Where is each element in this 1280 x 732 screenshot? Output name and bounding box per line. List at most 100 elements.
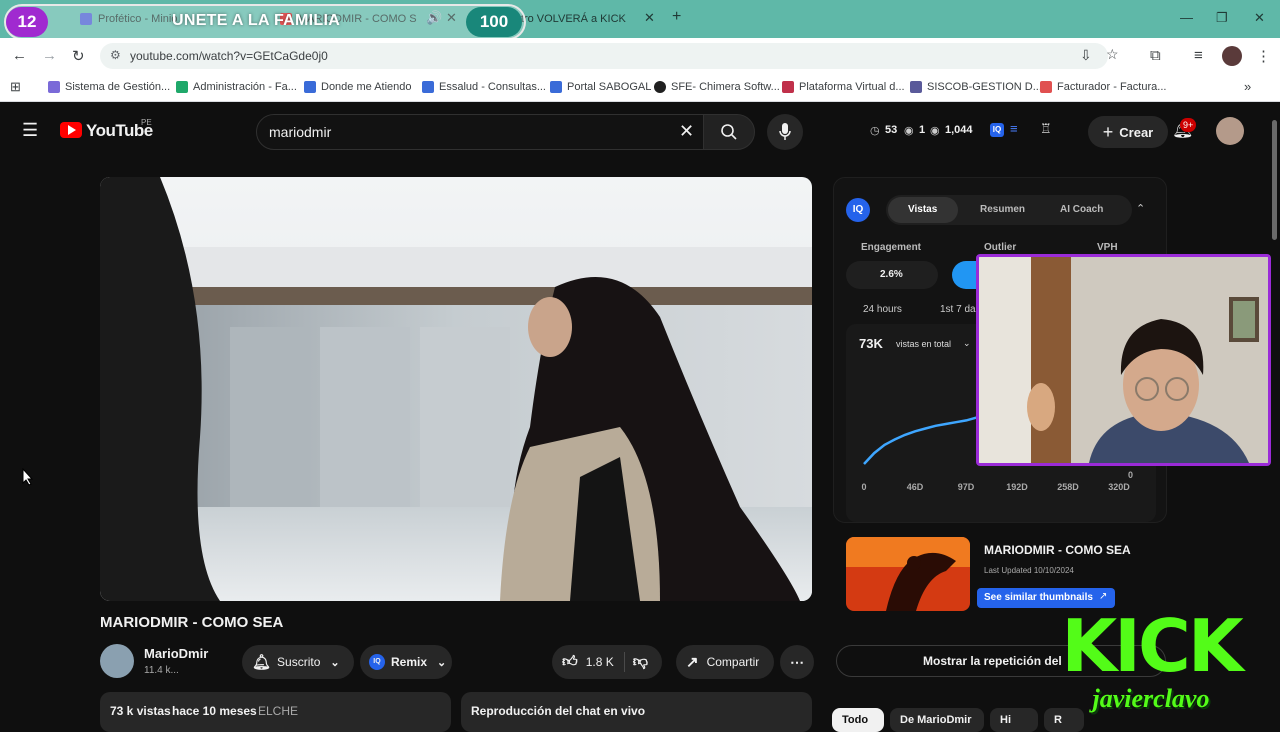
site-info-icon[interactable]: ⚙ [110,48,121,62]
vph-label: VPH [1097,242,1118,253]
overlay-right-counter: 100 [466,7,522,37]
plus-icon: + [1102,121,1114,142]
youtube-logo-icon[interactable] [60,122,82,138]
y-tick-label: 0 [1128,470,1133,480]
bookmark-item[interactable]: Portal SABOGAL [550,81,651,93]
bookmark-star-icon[interactable]: ☆ [1106,46,1119,63]
overlay-left-counter: 12 [6,7,48,37]
bookmark-favicon [48,81,60,93]
tab-vistas[interactable]: Vistas [908,204,937,215]
country-code: PE [141,118,152,127]
mouse-cursor-icon [22,468,34,486]
user-avatar[interactable] [1216,117,1244,145]
views-dropdown[interactable]: vistas en total [896,339,951,349]
bookmark-item[interactable]: SFE- Chimera Softw... [654,81,780,93]
tab-resumen[interactable]: Resumen [980,204,1025,215]
forward-icon[interactable]: → [42,47,57,64]
search-button[interactable] [703,114,755,150]
extensions-icon[interactable]: ⧉ [1150,47,1161,64]
more-actions-button[interactable]: ⋯ [780,645,814,679]
reload-icon[interactable]: ↻ [72,47,85,65]
list-icon[interactable]: ≡ [1010,121,1018,136]
close-tab-icon[interactable]: ✕ [644,10,655,26]
address-bar-row: ← → ↻ ⚙ youtube.com/watch?v=GEtCaGde0j0 … [0,38,1280,74]
minimize-icon[interactable]: — [1180,10,1193,25]
upload-age: hace 10 meses [172,704,257,718]
tab-ai-coach[interactable]: AI Coach [1060,204,1103,215]
omnibox[interactable]: ⚙ youtube.com/watch?v=GEtCaGde0j0 ⇩ ☆ [100,43,1119,69]
chevron-down-icon: ⌄ [330,656,340,669]
trophy-icon[interactable]: ♖ [1040,121,1052,137]
page-scrollbar[interactable] [1272,120,1277,240]
menu-dots-icon[interactable]: ⋮ [1256,47,1271,65]
back-icon[interactable]: ← [12,47,27,64]
description-box[interactable]: 73 k vistas hace 10 meses ELCHE [100,692,451,732]
close-window-icon[interactable]: ✕ [1254,10,1265,26]
hamburger-menu-icon[interactable]: ☰ [22,120,38,141]
like-icon[interactable]: 👍︎ [562,653,578,671]
thumbnail-art [846,537,970,611]
vidiq-icon: IQ [369,654,385,670]
chip-hi[interactable]: Hi [990,708,1038,732]
views-icon: ◉ [930,125,940,137]
chat-replay-box[interactable]: Reproducción del chat en vivo [461,692,812,732]
channel-name[interactable]: MarioDmir [144,646,208,661]
bookmark-item[interactable]: Sistema de Gestión... [48,81,170,93]
location-tag[interactable]: ELCHE [258,704,298,718]
dislike-icon[interactable]: 👎︎ [633,653,648,671]
webcam-overlay [976,254,1271,466]
share-button[interactable]: ↗ Compartir [676,645,774,679]
engagement-value: 2.6% [880,269,903,280]
globe-icon [654,81,666,93]
apps-grid-icon[interactable]: ⊞ [10,79,21,95]
media-control-icon[interactable]: ≡ [1194,47,1203,64]
watch-count: 53 [885,124,898,136]
microphone-icon [779,123,791,140]
bookmark-favicon [1040,81,1052,93]
more-bookmarks-icon[interactable]: » [1244,79,1251,94]
search-icon [721,124,737,140]
external-link-icon: ↗ [1099,591,1108,602]
clear-search-icon[interactable]: ✕ [679,121,694,142]
collapse-chevron-icon[interactable]: ⌃ [1136,202,1145,215]
chip-all[interactable]: Todo [832,708,884,732]
bookmark-item[interactable]: Plataforma Virtual d... [782,81,905,93]
bookmark-item[interactable]: Facturador - Factura... [1040,81,1166,93]
range-24h[interactable]: 24 hours [863,304,902,315]
search-query[interactable]: mariodmir [269,124,331,140]
kick-handle: javierclavo [1092,684,1210,713]
video-thumbnail[interactable] [846,537,970,611]
vidiq-icon[interactable]: IQ [990,123,1004,137]
bookmark-item[interactable]: SISCOB-GESTION D... [910,81,1042,93]
new-tab-icon[interactable]: + [672,8,681,26]
remix-button[interactable]: IQ Remix ⌄ [360,645,452,679]
vidiq-logo-icon: IQ [846,198,870,222]
restore-icon[interactable]: ❐ [1216,10,1228,26]
eye-count: 1 [919,124,926,136]
voice-search-button[interactable] [767,114,803,150]
create-button[interactable]: + Crear [1088,116,1168,148]
play-triangle [68,125,76,135]
bookmark-item[interactable]: Administración - Fa... [176,81,297,93]
x-tick-label: 0 [861,482,866,492]
bookmark-favicon [782,81,794,93]
install-icon[interactable]: ⇩ [1080,47,1092,64]
bookmark-favicon [304,81,316,93]
url-text[interactable]: youtube.com/watch?v=GEtCaGde0j0 [130,49,328,63]
like-count[interactable]: 1.8 K [586,655,614,669]
channel-avatar[interactable] [100,644,134,678]
kick-stream-overlay: KICK javierclavo [1048,610,1254,720]
search-input[interactable]: mariodmir ✕ [256,114,704,150]
bookmark-item[interactable]: Essalud - Consultas... [422,81,546,93]
subscribed-button[interactable]: 🔔︎ Suscrito ⌄ [242,645,354,679]
range-7d[interactable]: 1st 7 da [940,304,976,315]
thumb-title: MARIODMIR - COMO SEA [984,543,1131,557]
bookmark-item[interactable]: Donde me Atiendo [304,81,412,93]
chat-replay-label: Reproducción del chat en vivo [471,704,646,718]
x-tick-label: 46D [907,482,924,492]
chevron-down-icon[interactable]: ⌄ [963,338,971,349]
video-player[interactable] [100,177,812,601]
thumb-updated: Last Updated 10/10/2024 [984,566,1074,575]
profile-avatar[interactable] [1222,46,1242,66]
chip-from-channel[interactable]: De MarioDmir [890,708,984,732]
